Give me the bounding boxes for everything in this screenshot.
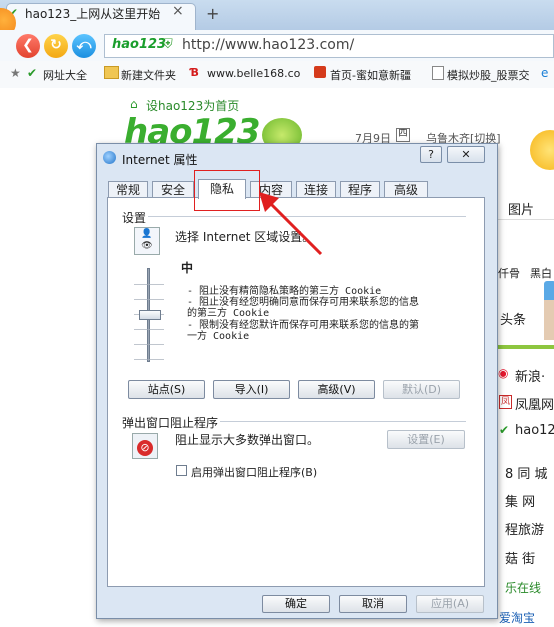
popup-settings-button[interactable]: 设置(E) [387,430,465,449]
tab-title: hao123_上网从这里开始 [25,7,161,21]
page-link-jiwang[interactable]: 集 网 [505,491,535,510]
page-link-bone[interactable]: 仟骨 [498,265,520,281]
default-button[interactable]: 默认(D) [383,380,460,399]
site-logo: hao123 [112,37,167,52]
no-entry-icon: ⊘ [137,440,153,456]
sites-button[interactable]: 站点(S) [128,380,205,399]
tab-close-button[interactable]: × [172,3,184,19]
page-separator [498,345,554,349]
bookmark-folder-icon: ✔ [27,66,38,80]
popup-checkbox-label[interactable]: 启用弹出窗口阻止程序(B) [191,464,317,480]
page-thumbnail [544,300,554,340]
back-button[interactable]: ❮ [16,34,40,58]
page-link-sina[interactable]: 新浪· [515,366,545,385]
page-link-headlines[interactable]: 头条 [500,309,526,328]
page-link-travel[interactable]: 程旅游 [505,519,544,538]
cancel-button[interactable]: 取消 [339,595,407,613]
new-tab-button[interactable]: + [206,4,219,23]
page-icon [432,66,444,80]
popup-block-icon: ⊘ [132,433,158,459]
arrow-line [263,196,323,256]
page-link-images[interactable]: 图片 [508,199,534,218]
popup-desc: 阻止显示大多数弹出窗口。 [175,433,320,447]
folder-icon [104,66,119,79]
page-link-aitaobao[interactable]: 爱淘宝 [499,609,535,626]
refresh-button[interactable]: ↻ [44,34,68,58]
privacy-level: 中 [181,261,194,275]
bookmark-item-stocks[interactable]: 模拟炒股_股票交 [447,67,530,83]
red-arrow [259,192,323,256]
ie-icon: e [541,66,549,80]
page-link-online[interactable]: 乐在线 [505,579,541,596]
privacy-desc-line: 一方 Cookie [187,331,250,342]
popup-blocker-label: 弹出窗口阻止程序 [122,416,219,430]
ie-globe-icon [103,151,116,164]
address-url[interactable]: http://www.hao123.com/ [182,37,354,53]
ifeng-icon: 凤 [499,395,512,409]
home-icon: ⌂ [130,97,138,111]
site-icon [314,66,326,78]
apply-button[interactable]: 应用(A) [416,595,484,613]
page-separator [498,219,554,220]
page-link-58[interactable]: 8 同 城 [505,463,548,482]
popup-divider [220,421,466,422]
page-link-mogujie[interactable]: 菇 街 [505,548,535,567]
gear-icon[interactable]: ★ [10,66,21,80]
help-button[interactable]: ? [420,146,442,163]
advanced-button[interactable]: 高级(V) [298,380,375,399]
hao123-check-icon: ✔ [499,423,510,437]
privacy-slider-thumb[interactable] [139,310,161,320]
settings-label: 设置 [122,211,147,225]
home-button[interactable]: ⤺ [72,34,96,58]
bookmark-item-belle[interactable]: www.belle168.co [207,67,300,80]
page-link-black[interactable]: 黑白 [530,265,552,281]
secure-shield-icon: ⛨ [163,37,173,52]
privacy-eye-icon: 👤 👁 [134,227,160,255]
page-link-ifeng[interactable]: 凤凰网 [515,394,554,413]
bookmark-item-folder[interactable]: 新建文件夹 [121,67,176,83]
highlight-box [194,170,260,211]
bookmark-item-home[interactable]: 首页-蜜如意新疆 [330,67,411,83]
calendar-icon: 四 [396,128,410,142]
ok-button[interactable]: 确定 [262,595,330,613]
page-link-hao123[interactable]: hao123 [515,423,554,438]
dialog-title: Internet 属性 [122,153,198,167]
popup-checkbox[interactable] [176,465,187,476]
sina-weibo-icon: ◉ [498,366,509,380]
import-button[interactable]: 导入(I) [213,380,290,399]
bookmark-item-hao123[interactable]: 网址大全 [43,67,87,83]
belle-icon: Ɓ [190,66,199,79]
close-button[interactable]: ✕ [447,146,485,163]
